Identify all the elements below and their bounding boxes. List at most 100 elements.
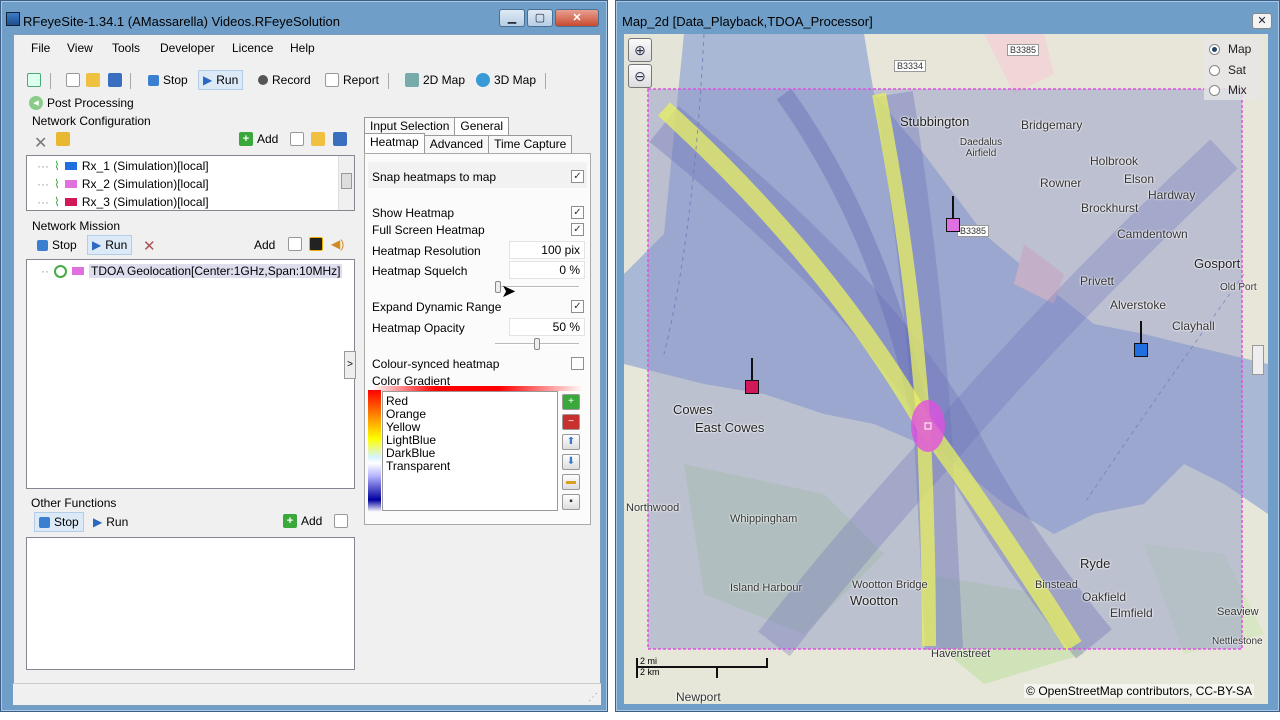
rx3-marker[interactable] [745, 380, 759, 394]
road-label: B3334 [894, 60, 927, 72]
mission-tools-icon[interactable]: ✕ [143, 237, 156, 255]
fullscreen-heatmap-checkbox[interactable]: ✓ [571, 223, 584, 236]
network-mission-tree[interactable]: ·· TDOA Geolocation[Center:1GHz,Span:10M… [26, 259, 355, 489]
radio-icon [1209, 64, 1220, 76]
gradient-item[interactable]: Red [386, 394, 408, 408]
layout-icon[interactable] [27, 73, 41, 87]
other-stop-button[interactable]: Stop [34, 512, 84, 532]
menu-help[interactable]: Help [290, 41, 315, 55]
snap-heatmaps-label: Snap heatmaps to map [372, 170, 497, 184]
toolbar-stop-button[interactable]: Stop [148, 73, 188, 87]
resize-grip-icon[interactable]: ⋰ [588, 692, 598, 703]
minimize-button[interactable]: ▁ [499, 9, 525, 27]
mode-sat[interactable]: Sat [1209, 63, 1246, 77]
gradient-save-button[interactable]: ▪ [562, 494, 580, 510]
maximize-button[interactable]: ▢ [527, 9, 553, 27]
expand-range-checkbox[interactable]: ✓ [571, 300, 584, 313]
map-titlebar[interactable]: Map_2d [Data_Playback,TDOA_Processor] ✕ [616, 1, 1279, 31]
tree-item[interactable]: ··· ⌇ Rx_3 (Simulation)[local] [37, 193, 209, 211]
colour-synced-checkbox[interactable] [571, 357, 584, 370]
gradient-item[interactable]: LightBlue [386, 433, 436, 447]
zoom-in-button[interactable]: ⊕ [628, 38, 652, 62]
menu-developer[interactable]: Developer [160, 41, 215, 55]
config-open-icon[interactable] [311, 132, 325, 146]
menu-tools[interactable]: Tools [112, 41, 140, 55]
toolbar-3dmap-button[interactable]: 3D Map [476, 73, 536, 87]
menu-view[interactable]: View [67, 41, 93, 55]
mission-stop-button[interactable]: Stop [37, 238, 77, 252]
resolution-input[interactable]: 100 pix [509, 241, 585, 259]
mission-speaker-icon[interactable]: ◀) [331, 237, 344, 251]
squelch-input[interactable]: 0 % [509, 261, 585, 279]
mission-run-button[interactable]: ▶ Run [87, 235, 133, 255]
radio-icon [1209, 84, 1220, 96]
map-place: Gosport [1194, 256, 1241, 271]
map-place: Newport [676, 690, 721, 704]
gradient-list[interactable]: Red Orange Yellow LightBlue DarkBlue Tra… [382, 391, 558, 511]
toolbar-run-button[interactable]: ▶ Run [198, 70, 244, 90]
network-mission-label: Network Mission [32, 219, 121, 233]
other-run-button[interactable]: ▶ Run [93, 515, 128, 529]
antenna-icon: ⌇ [54, 177, 60, 191]
gradient-item[interactable]: Yellow [386, 420, 420, 434]
map-close-button[interactable]: ✕ [1252, 13, 1272, 29]
other-functions-list[interactable] [26, 537, 355, 670]
open-folder-icon[interactable] [86, 73, 100, 87]
panel-collapse-button[interactable]: > [344, 351, 356, 379]
mission-display-icon[interactable] [309, 237, 323, 251]
tree-item[interactable]: ··· ⌇ Rx_2 (Simulation)[local] [37, 175, 209, 193]
network-config-tree[interactable]: ··· ⌇ Rx_1 (Simulation)[local] ··· ⌇ Rx_2 … [26, 155, 355, 211]
gradient-add-button[interactable]: + [562, 394, 580, 410]
other-new-icon[interactable] [334, 514, 348, 528]
save-icon[interactable] [108, 73, 122, 87]
mode-map[interactable]: Map [1209, 42, 1251, 56]
tab-general[interactable]: General [454, 117, 510, 135]
gradient-item[interactable]: Orange [386, 407, 426, 421]
opacity-slider-thumb[interactable] [534, 338, 540, 350]
opacity-input[interactable]: 50 % [509, 318, 585, 336]
config-new-icon[interactable] [290, 132, 304, 146]
map-canvas[interactable]: B3385 B3334 B3385 Stubbington Bridgemary… [624, 34, 1268, 704]
toolbar-2dmap-button[interactable]: 2D Map [405, 73, 465, 87]
radio-icon [1209, 43, 1220, 55]
snap-heatmaps-checkbox[interactable]: ✓ [571, 170, 584, 183]
gradient-down-button[interactable]: ⬇ [562, 454, 580, 470]
mission-add-button[interactable]: Add [254, 238, 275, 252]
other-add-button[interactable]: + Add [283, 514, 322, 528]
gradient-item[interactable]: DarkBlue [386, 446, 435, 460]
post-processing-button[interactable]: ◂ Post Processing [29, 96, 134, 110]
gradient-item[interactable]: Transparent [386, 459, 450, 473]
mission-item[interactable]: ·· TDOA Geolocation[Center:1GHz,Span:10M… [41, 262, 343, 280]
zoom-out-button[interactable]: ⊖ [628, 64, 652, 88]
close-button[interactable]: ✕ [555, 9, 599, 27]
gradient-remove-button[interactable]: − [562, 414, 580, 430]
config-save-icon[interactable] [333, 132, 347, 146]
mouse-cursor-icon: ➤ [501, 281, 517, 301]
scrollbar[interactable] [338, 156, 354, 210]
tab-time-capture[interactable]: Time Capture [488, 135, 573, 153]
config-delete-icon[interactable]: ✕ [34, 133, 47, 153]
config-lock-icon[interactable] [56, 132, 70, 146]
rx2-marker[interactable] [946, 218, 960, 232]
settings-tabs-bottom: Heatmap Advanced Time Capture [364, 133, 573, 153]
new-icon[interactable] [66, 73, 80, 87]
toolbar-report-button[interactable]: Report [325, 73, 379, 87]
stop-icon [39, 516, 50, 528]
mode-mix[interactable]: Mix [1209, 83, 1247, 97]
tab-advanced[interactable]: Advanced [423, 135, 490, 153]
tree-item[interactable]: ··· ⌇ Rx_1 (Simulation)[local] [37, 157, 209, 175]
config-add-button[interactable]: + Add [239, 132, 278, 146]
app-titlebar[interactable]: RFeyeSite-1.34.1 (AMassarella) Videos.RF… [1, 1, 607, 31]
gradient-up-button[interactable]: ⬆ [562, 434, 580, 450]
other-functions-label: Other Functions [31, 496, 117, 510]
menu-licence[interactable]: Licence [232, 41, 273, 55]
show-heatmap-checkbox[interactable]: ✓ [571, 206, 584, 219]
menu-file[interactable]: File [31, 41, 50, 55]
tab-heatmap[interactable]: Heatmap [364, 133, 425, 153]
rx1-marker[interactable] [1134, 343, 1148, 357]
map-place: Elson [1124, 172, 1155, 186]
map-side-handle[interactable] [1252, 345, 1264, 375]
gradient-open-button[interactable]: ▬ [562, 474, 580, 490]
toolbar-record-button[interactable]: Record [258, 73, 311, 87]
mission-new-icon[interactable] [288, 237, 302, 251]
